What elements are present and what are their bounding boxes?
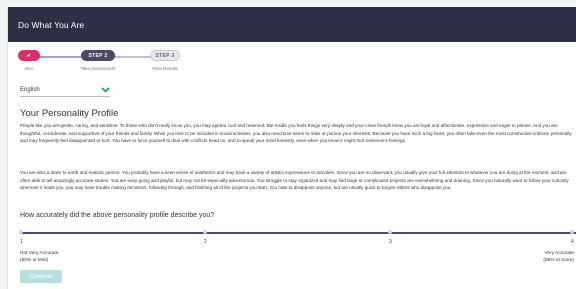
rating-question: How accurately did the above personality… xyxy=(20,212,215,219)
profile-paragraph-2: You are also a down to earth and realist… xyxy=(20,170,569,191)
profile-paragraph-1: People like you are gentle, caring, and … xyxy=(20,123,572,144)
left-anchor-range: (50% or less) xyxy=(20,258,49,263)
tick-label-2: 2 xyxy=(204,239,207,245)
rating-option-1[interactable] xyxy=(19,230,23,234)
rating-option-4[interactable] xyxy=(570,230,574,234)
tick-label-3: 3 xyxy=(389,239,392,245)
app-header: Do What You Are xyxy=(8,7,576,42)
continue-button[interactable]: Continue xyxy=(20,270,62,283)
assessment-window: Do What You Are ✔ STEP 2 STEP 3 Intro Ta… xyxy=(7,7,576,289)
step-3-badge: STEP 3 xyxy=(150,50,180,61)
chevron-down-icon xyxy=(101,86,110,95)
progress-stepper: ✔ STEP 2 STEP 3 Intro Take Assessment Vi… xyxy=(8,42,576,78)
app-title: Do What You Are xyxy=(18,19,85,30)
left-anchor-text: Not Very Accurate xyxy=(20,251,59,256)
left-anchor-label: Not Very Accurate (50% or less) xyxy=(20,250,58,264)
right-anchor-label: Very Accurate (85% or more) xyxy=(543,250,574,264)
step-2-badge: STEP 2 xyxy=(81,50,115,61)
tick-label-1: 1 xyxy=(20,239,23,245)
step-1-check-icon: ✔ xyxy=(18,50,40,61)
right-anchor-text: Very Accurate xyxy=(544,251,574,256)
tick-label-4: 4 xyxy=(571,239,574,245)
language-value: English xyxy=(20,87,40,93)
right-anchor-range: (85% or more) xyxy=(543,258,574,263)
rating-option-3[interactable] xyxy=(388,230,392,234)
rating-option-2[interactable] xyxy=(203,230,207,234)
rating-slider-track[interactable] xyxy=(22,232,576,234)
profile-heading: Your Personality Profile xyxy=(20,108,119,119)
step-3-label: View Results xyxy=(152,66,178,71)
language-select[interactable]: English xyxy=(20,84,110,97)
step-2-label: Take Assessment xyxy=(80,66,116,71)
step-1-label: Intro xyxy=(24,66,34,71)
